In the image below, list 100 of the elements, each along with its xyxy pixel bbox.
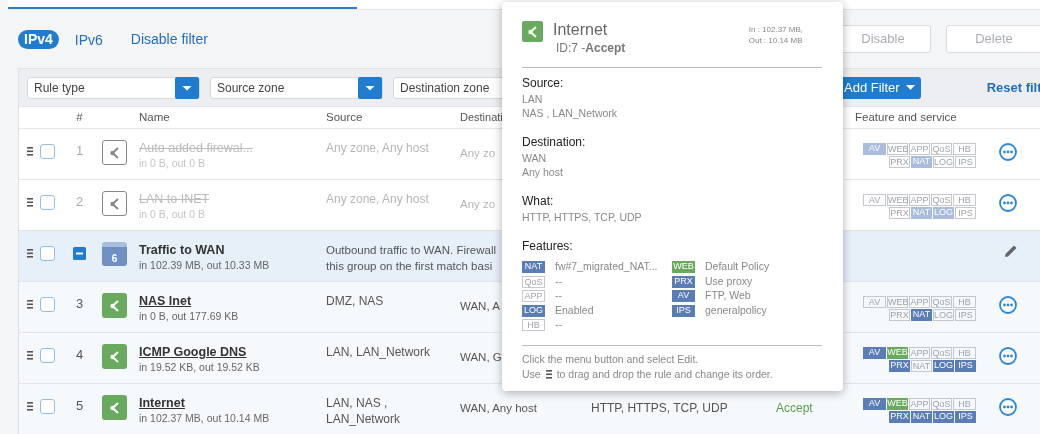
destination-cell: WAN, A [460,300,500,312]
service-cell: HTTP, HTTPS, TCP, UDP [591,401,728,415]
more-options-icon[interactable] [999,398,1017,416]
source-cell-text: LAN, LAN_Network [325,344,432,360]
filter-select[interactable]: Source zone [210,76,383,99]
feature-badge: WEB [887,347,908,359]
row-checkbox[interactable] [40,347,55,363]
hint-text: to drag and drop the rule and change its order. [556,366,773,382]
feature-value: generalpolicy [705,302,767,318]
row-checkbox[interactable] [40,194,55,210]
feature-badge: NAT [911,309,932,321]
section-value: Any host [522,165,564,179]
feature-badge: QoS [522,275,545,288]
rule-name-link[interactable]: Internet [139,395,185,411]
group-description: Outbound traffic to WAN. Firewall this group on the first match basi [325,243,497,274]
feature-badge: AV [863,347,886,359]
feature-badge: QoS [931,194,952,206]
disable-filter-link[interactable]: Disable filter [130,28,208,50]
feature-badge: NAT [911,207,932,219]
feature-badge: LOG [933,411,954,423]
feature-badge: PRX [889,360,910,372]
source-cell-text: DMZ, NAS [325,293,385,309]
feature-badge: APP [909,347,930,359]
drag-handle-icon [545,369,552,379]
source-cell-text: Any zone, Any host [325,191,430,207]
column-header: Name [139,109,171,125]
drag-handle-icon[interactable] [27,197,33,207]
feature-value: Use proxy [705,273,753,289]
feature-badge: HB [953,347,976,359]
traffic-text: in 19.52 KB, out 19.52 KB [139,360,261,375]
ip-version-tab[interactable]: IPv6 [68,29,109,49]
destination-cell: WAN, Any host [460,402,537,414]
feature-value: Default Policy [705,259,770,275]
feature-badge: APP [909,296,930,308]
feature-badge: LOG [522,304,545,317]
column-header: Source [325,109,364,125]
feature-badge: APP [909,143,930,155]
drag-handle-icon[interactable] [27,401,33,411]
dropdown-icon[interactable] [175,76,199,99]
more-options-icon[interactable] [999,143,1017,161]
column-header: # [75,109,84,125]
feature-value: -- [555,317,562,333]
rule-number: 5 [74,397,85,415]
more-options-icon[interactable] [999,296,1017,314]
section-value: LAN [522,92,544,106]
row-checkbox[interactable] [40,296,55,312]
row-checkbox[interactable] [40,245,55,261]
column-header: Feature and service [854,109,958,125]
feature-badge: QoS [931,296,952,308]
rule-name-link[interactable]: Traffic to WAN [139,242,225,258]
ip-version-tab[interactable]: IPv4 [18,29,59,49]
rule-number: 2 [74,193,85,211]
feature-badge: AV [863,143,886,155]
drag-handle-icon[interactable] [27,248,33,258]
feature-value: Enabled [555,302,594,318]
feature-badge: LOG [933,207,954,219]
feature-badge: HB [522,319,545,332]
row-checkbox[interactable] [40,398,55,414]
feature-badge: WEB [887,296,908,308]
row-checkbox[interactable] [40,143,55,159]
column-header: Destinati [460,110,503,123]
rule-number: 1 [74,142,85,160]
feature-badge: NAT [911,156,932,168]
section-label: Source: [522,75,565,92]
feature-badge: IPS [955,309,976,321]
traffic-text: in 102.37 MB, out 10.14 MB [139,411,271,426]
group-count-badge: 6 [102,242,127,266]
source-cell-text: LAN, NAS , LAN_Network [325,395,402,427]
feature-value: -- [555,273,562,289]
feature-badge: PRX [889,156,910,168]
action-cell: Accept [776,401,813,415]
drag-handle-icon[interactable] [27,350,33,360]
pencil-icon[interactable] [1004,244,1018,258]
feature-badge: PRX [889,411,910,423]
traffic-text: in 0 B, out 177.69 KB [139,309,240,324]
feature-badge: PRX [889,207,910,219]
traffic-stat: Out : 10.14 MB [748,35,803,46]
caret-icon [905,84,915,91]
filter-select[interactable]: Rule type [27,76,200,99]
more-options-icon[interactable] [999,194,1017,212]
drag-handle-icon[interactable] [27,146,33,156]
feature-badge: QoS [931,347,952,359]
rule-name-link[interactable]: ICMP Google DNS [139,344,247,360]
hint-text: Use [522,366,541,382]
rule-name-link[interactable]: NAS Inet [139,293,192,309]
traffic-text: in 102.39 MB, out 10.33 MB [139,258,271,273]
share-icon [522,21,543,42]
feature-badge: WEB [672,261,695,274]
section-label: Features: [522,238,574,255]
collapse-icon[interactable] [73,246,86,260]
section-value: WAN [522,151,548,165]
feature-badge: LOG [933,360,954,372]
dropdown-icon[interactable] [358,76,382,99]
feature-badge: PRX [672,275,695,288]
feature-badge: WEB [887,398,908,410]
more-options-icon[interactable] [999,347,1017,365]
feature-badge: QoS [931,143,952,155]
feature-badge: AV [863,296,886,308]
rule-id-text: ID:7 -Accept [556,40,626,56]
drag-handle-icon[interactable] [27,299,33,309]
